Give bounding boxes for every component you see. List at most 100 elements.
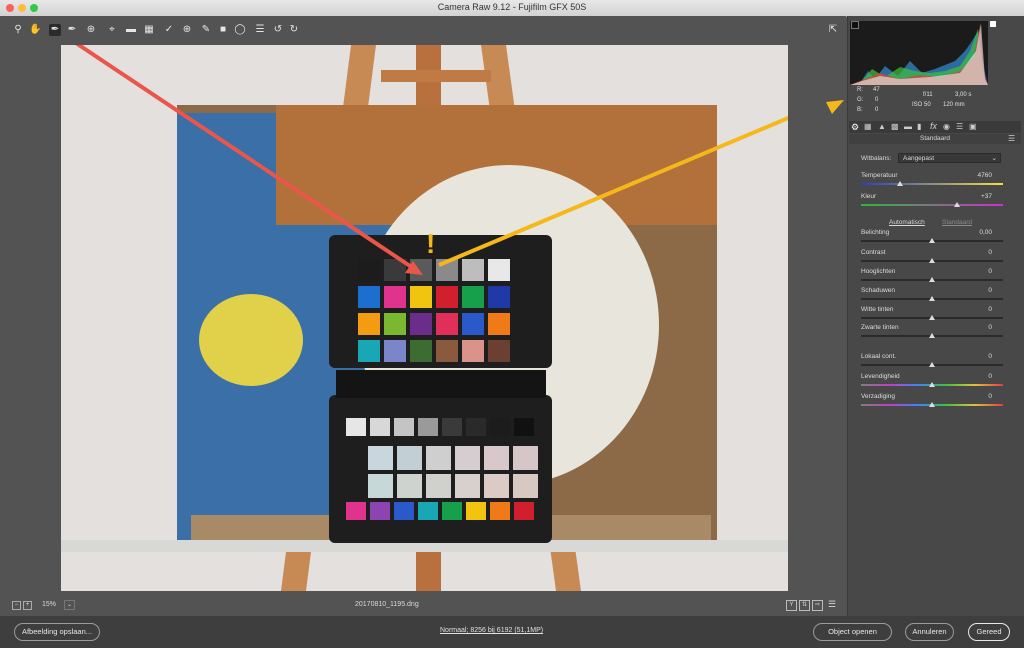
panel-menu-icon[interactable]: ☰	[1008, 134, 1015, 143]
photo-preview[interactable]: !	[61, 45, 788, 591]
color-patch	[490, 418, 510, 436]
rotate-ccw-icon[interactable]: ↺	[272, 24, 284, 36]
highlight-clipping-icon[interactable]	[990, 21, 996, 27]
zoom-tool-icon[interactable]: ⚲	[12, 24, 24, 36]
zoom-out-button[interactable]: −	[12, 601, 21, 610]
slider-thumb[interactable]	[929, 315, 935, 320]
cancel-button[interactable]: Annuleren	[905, 623, 954, 641]
transform-tool-icon[interactable]: ▦	[143, 24, 155, 36]
slider-value[interactable]: 0	[960, 249, 992, 256]
color-patch	[436, 313, 458, 335]
slider-thumb[interactable]	[929, 238, 935, 243]
color-patch	[488, 259, 510, 281]
white-balance-select[interactable]: Aangepast ⌄	[898, 153, 1001, 163]
color-patch	[426, 446, 451, 470]
slider-value[interactable]: 0	[960, 373, 992, 380]
slider-thumb[interactable]	[929, 258, 935, 263]
color-patch	[455, 474, 480, 498]
tone-curve-tab-icon[interactable]: ▦	[864, 122, 872, 131]
targeted-adjustment-icon[interactable]: ⊕	[85, 24, 97, 36]
before-after-icon[interactable]: Y	[786, 600, 797, 611]
slider-value[interactable]: 0	[960, 393, 992, 400]
slider-label: Belichting	[861, 229, 890, 236]
temperature-thumb[interactable]	[897, 181, 903, 186]
open-object-button[interactable]: Object openen	[813, 623, 892, 641]
graduated-filter-icon[interactable]: ■	[217, 24, 229, 36]
shadow-clipping-icon[interactable]	[851, 21, 859, 29]
slider-value[interactable]: 0	[960, 287, 992, 294]
color-patch	[488, 286, 510, 308]
preferences-icon[interactable]: ☰	[254, 24, 266, 36]
lens-tab-icon[interactable]: ▮	[917, 122, 921, 131]
rotate-cw-icon[interactable]: ↻	[288, 24, 300, 36]
slider-thumb[interactable]	[929, 277, 935, 282]
adjustment-brush-icon[interactable]: ✎	[200, 24, 212, 36]
red-eye-icon[interactable]: ⊕	[181, 24, 193, 36]
aperture: f/11	[923, 92, 933, 98]
basic-tab-icon[interactable]: ⚙	[851, 122, 859, 133]
color-patch	[426, 474, 451, 498]
iso: ISO 50	[912, 102, 931, 108]
crop-tool-icon[interactable]: ⌖	[106, 24, 118, 36]
white-balance-tool-icon[interactable]: ✒	[49, 24, 61, 36]
color-patch	[436, 286, 458, 308]
workflow-options-link[interactable]: Normaal; 8256 bij 6192 (51,1MP)	[440, 627, 543, 634]
effects-tab-icon[interactable]: fx	[930, 121, 937, 131]
slider-label: Witte tinten	[861, 306, 894, 313]
hsl-tab-icon[interactable]: ▩	[891, 122, 899, 131]
r-label: R:	[857, 87, 863, 93]
fullscreen-icon[interactable]: ⇱	[827, 24, 839, 36]
slider-thumb[interactable]	[929, 333, 935, 338]
spot-removal-icon[interactable]: ✓	[163, 24, 175, 36]
slider-value[interactable]: 0	[960, 268, 992, 275]
slider-value[interactable]: 0	[960, 306, 992, 313]
color-patch	[442, 418, 462, 436]
color-sampler-icon[interactable]: ✒	[66, 24, 78, 36]
swap-icon[interactable]: ⇅	[799, 600, 810, 611]
split-toning-tab-icon[interactable]: ▬	[904, 122, 912, 131]
done-button[interactable]: Gereed	[968, 623, 1010, 641]
color-patch	[346, 502, 366, 520]
color-patch	[418, 502, 438, 520]
color-patch	[490, 502, 510, 520]
color-patch	[462, 259, 484, 281]
detail-tab-icon[interactable]: ▲	[878, 122, 886, 131]
radial-filter-icon[interactable]: ◯	[234, 24, 246, 36]
color-patch	[484, 446, 509, 470]
zoom-chevron-icon[interactable]: ⌄	[64, 600, 75, 610]
tint-slider[interactable]	[861, 204, 1003, 206]
color-patch	[410, 340, 432, 362]
shutter-speed: 3,00 s	[955, 92, 972, 98]
histogram	[850, 21, 988, 85]
color-patch	[394, 418, 414, 436]
copy-settings-icon[interactable]: ⇨	[812, 600, 823, 611]
save-image-button[interactable]: Afbeelding opslaan...	[14, 623, 100, 641]
presets-tab-icon[interactable]: ☰	[956, 122, 963, 131]
slider-thumb[interactable]	[929, 382, 935, 387]
slider-value[interactable]: 0	[960, 353, 992, 360]
slider-label: Verzadiging	[861, 393, 895, 400]
temperature-value[interactable]: 4760	[960, 172, 992, 179]
zoom-level[interactable]: 15%	[42, 601, 56, 608]
color-patch	[410, 286, 432, 308]
toggle-settings-icon[interactable]: ☰	[828, 599, 836, 610]
color-patch	[358, 313, 380, 335]
color-patch	[410, 313, 432, 335]
color-patch	[384, 286, 406, 308]
color-patch	[514, 418, 534, 436]
auto-button[interactable]: Automatisch	[889, 219, 925, 226]
tint-value[interactable]: +37	[960, 193, 992, 200]
slider-thumb[interactable]	[929, 296, 935, 301]
snapshots-tab-icon[interactable]: ▣	[969, 122, 977, 131]
hand-tool-icon[interactable]: ✋	[29, 24, 41, 36]
tint-thumb[interactable]	[954, 202, 960, 207]
slider-thumb[interactable]	[929, 362, 935, 367]
temperature-slider[interactable]	[861, 183, 1003, 185]
camera-calibration-tab-icon[interactable]: ◉	[943, 122, 950, 131]
default-button[interactable]: Standaard	[942, 219, 972, 226]
slider-thumb[interactable]	[929, 402, 935, 407]
straighten-tool-icon[interactable]: ▬	[125, 24, 137, 36]
slider-value[interactable]: 0	[960, 324, 992, 331]
zoom-in-button[interactable]: +	[23, 601, 32, 610]
slider-value[interactable]: 0,00	[960, 229, 992, 236]
